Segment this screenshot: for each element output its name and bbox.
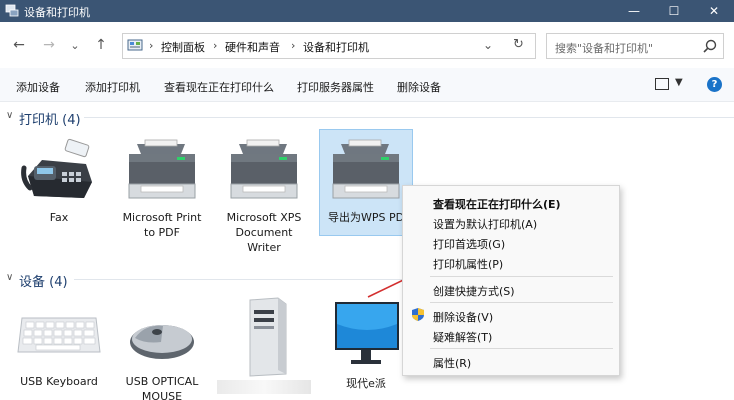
menu-item-see-whats-printing[interactable]: 查看现在正在打印什么(E): [433, 196, 561, 212]
breadcrumb-control-panel[interactable]: 控制面板: [161, 39, 205, 55]
shield-icon: [412, 308, 424, 321]
device-label: 现代e派: [346, 377, 386, 390]
maximize-icon: ☐: [668, 4, 680, 18]
control-panel-icon: [127, 39, 143, 51]
see-whats-printing-button[interactable]: 查看现在正在打印什么: [164, 79, 274, 95]
menu-item-printer-properties[interactable]: 打印机属性(P): [433, 256, 503, 272]
menu-item-set-default-printer[interactable]: 设置为默认打印机(A): [433, 216, 537, 232]
monitor-icon: [335, 302, 399, 364]
device-usb-keyboard[interactable]: USB Keyboard: [12, 302, 106, 389]
device-label: USB OPTICAL: [125, 375, 199, 388]
breadcrumb-hardware-sound[interactable]: 硬件和声音: [225, 39, 280, 55]
printer-fax[interactable]: Fax: [12, 138, 106, 225]
device-label: MOUSE: [141, 390, 183, 400]
help-icon[interactable]: ?: [707, 77, 722, 92]
breadcrumb-devices-printers[interactable]: 设备和打印机: [303, 39, 369, 55]
remove-device-button[interactable]: 删除设备: [397, 79, 441, 95]
menu-separator: [430, 302, 613, 303]
up-button[interactable]: ↑: [92, 36, 110, 54]
device-label: Document: [235, 226, 293, 239]
device-label: Microsoft Print: [122, 211, 202, 224]
menu-separator: [430, 276, 613, 277]
device-label: Fax: [49, 211, 69, 224]
printer-microsoft-xps-document-writer[interactable]: Microsoft XPS Document Writer: [217, 138, 311, 255]
menu-separator: [430, 348, 613, 349]
address-dropdown-icon[interactable]: ⌄: [483, 38, 493, 52]
command-bar: 添加设备 添加打印机 查看现在正在打印什么 打印服务器属性 删除设备 ▼ ?: [0, 68, 734, 102]
chevron-down-icon: ⌄: [70, 38, 80, 52]
forward-button[interactable]: →: [40, 36, 58, 54]
arrow-right-icon: →: [43, 37, 55, 53]
minimize-button[interactable]: —: [614, 0, 654, 22]
minimize-icon: —: [628, 4, 640, 18]
chevron-down-icon: ∨: [6, 272, 14, 283]
breadcrumb-separator: ›: [149, 39, 154, 52]
device-label: [217, 380, 311, 394]
arrow-left-icon: ←: [13, 37, 25, 53]
device-label: 导出为WPS PDF: [328, 211, 411, 224]
device-usb-optical-mouse[interactable]: USB OPTICAL MOUSE: [115, 302, 209, 400]
printer-icon: [332, 139, 400, 199]
menu-item-properties[interactable]: 属性(R): [433, 355, 471, 371]
device-computer[interactable]: [217, 296, 311, 394]
device-label: Writer: [247, 241, 281, 254]
menu-item-create-shortcut[interactable]: 创建快捷方式(S): [433, 283, 515, 299]
address-bar[interactable]: › 控制面板 › 硬件和声音 › 设备和打印机 ⌄ ↻: [122, 33, 536, 59]
breadcrumb-separator: ›: [291, 39, 296, 52]
printer-icon: [128, 139, 196, 199]
address-row: ← → ⌄ ↑ › 控制面板 › 硬件和声音 › 设备和打印机 ⌄ ↻ 搜索"设…: [0, 22, 734, 68]
device-monitor[interactable]: 现代e派: [319, 300, 413, 391]
refresh-icon[interactable]: ↻: [513, 37, 524, 52]
group-divider: [74, 279, 404, 280]
device-label: USB Keyboard: [20, 375, 98, 388]
search-placeholder: 搜索"设备和打印机": [555, 42, 654, 55]
printer-wps-pdf[interactable]: 导出为WPS PDF: [319, 129, 413, 236]
print-server-properties-button[interactable]: 打印服务器属性: [297, 79, 374, 95]
search-icon: [703, 39, 717, 53]
close-icon: ✕: [708, 4, 720, 18]
arrow-up-icon: ↑: [95, 37, 107, 53]
search-input[interactable]: 搜索"设备和打印机": [546, 33, 724, 59]
devices-group-title: 设备 (4): [19, 275, 68, 290]
context-menu: 查看现在正在打印什么(E) 设置为默认打印机(A) 打印首选项(G) 打印机属性…: [402, 185, 620, 376]
mouse-icon: [130, 325, 194, 359]
device-label: Microsoft XPS: [226, 211, 302, 224]
printer-microsoft-print-to-pdf[interactable]: Microsoft Print to PDF: [115, 138, 209, 240]
devices-group-header[interactable]: ∨ 设备 (4): [0, 269, 734, 291]
recent-locations-button[interactable]: ⌄: [66, 36, 84, 54]
printer-icon: [230, 139, 298, 199]
maximize-button[interactable]: ☐: [654, 0, 694, 22]
group-divider: [84, 117, 734, 118]
menu-item-remove-device[interactable]: 删除设备(V): [433, 309, 493, 325]
add-printer-button[interactable]: 添加打印机: [85, 79, 140, 95]
keyboard-icon: [17, 317, 101, 353]
printers-group-title: 打印机 (4): [19, 113, 81, 128]
breadcrumb-separator: ›: [213, 39, 218, 52]
back-button[interactable]: ←: [10, 36, 28, 54]
devices-printers-icon: [5, 4, 19, 17]
fax-icon: [21, 138, 92, 198]
window-title: 设备和打印机: [24, 6, 90, 19]
chevron-down-icon: ∨: [6, 110, 14, 121]
menu-item-printing-preferences[interactable]: 打印首选项(G): [433, 236, 505, 252]
printers-group-header[interactable]: ∨ 打印机 (4): [0, 107, 734, 129]
close-button[interactable]: ✕: [694, 0, 734, 22]
menu-item-troubleshoot[interactable]: 疑难解答(T): [433, 329, 492, 345]
change-view-icon[interactable]: [655, 78, 669, 90]
view-options-dropdown-icon[interactable]: ▼: [675, 77, 683, 88]
computer-tower-icon: [249, 297, 287, 377]
add-device-button[interactable]: 添加设备: [16, 79, 60, 95]
title-bar: 设备和打印机 — ☐ ✕: [0, 0, 734, 22]
device-label: to PDF: [144, 226, 180, 239]
